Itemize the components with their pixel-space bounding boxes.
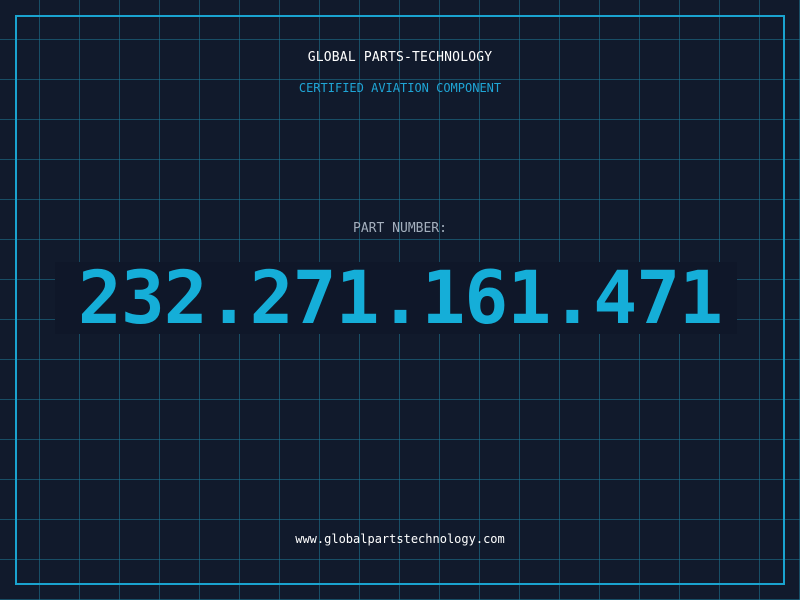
part-number-label: PART NUMBER: [353,221,447,236]
part-number-value: 232.271.161.471 [77,256,723,341]
website-url: www.globalpartstechnology.com [295,532,505,546]
certification-tagline: CERTIFIED AVIATION COMPONENT [298,81,502,95]
company-name: GLOBAL PARTS-TECHNOLOGY [307,50,493,65]
